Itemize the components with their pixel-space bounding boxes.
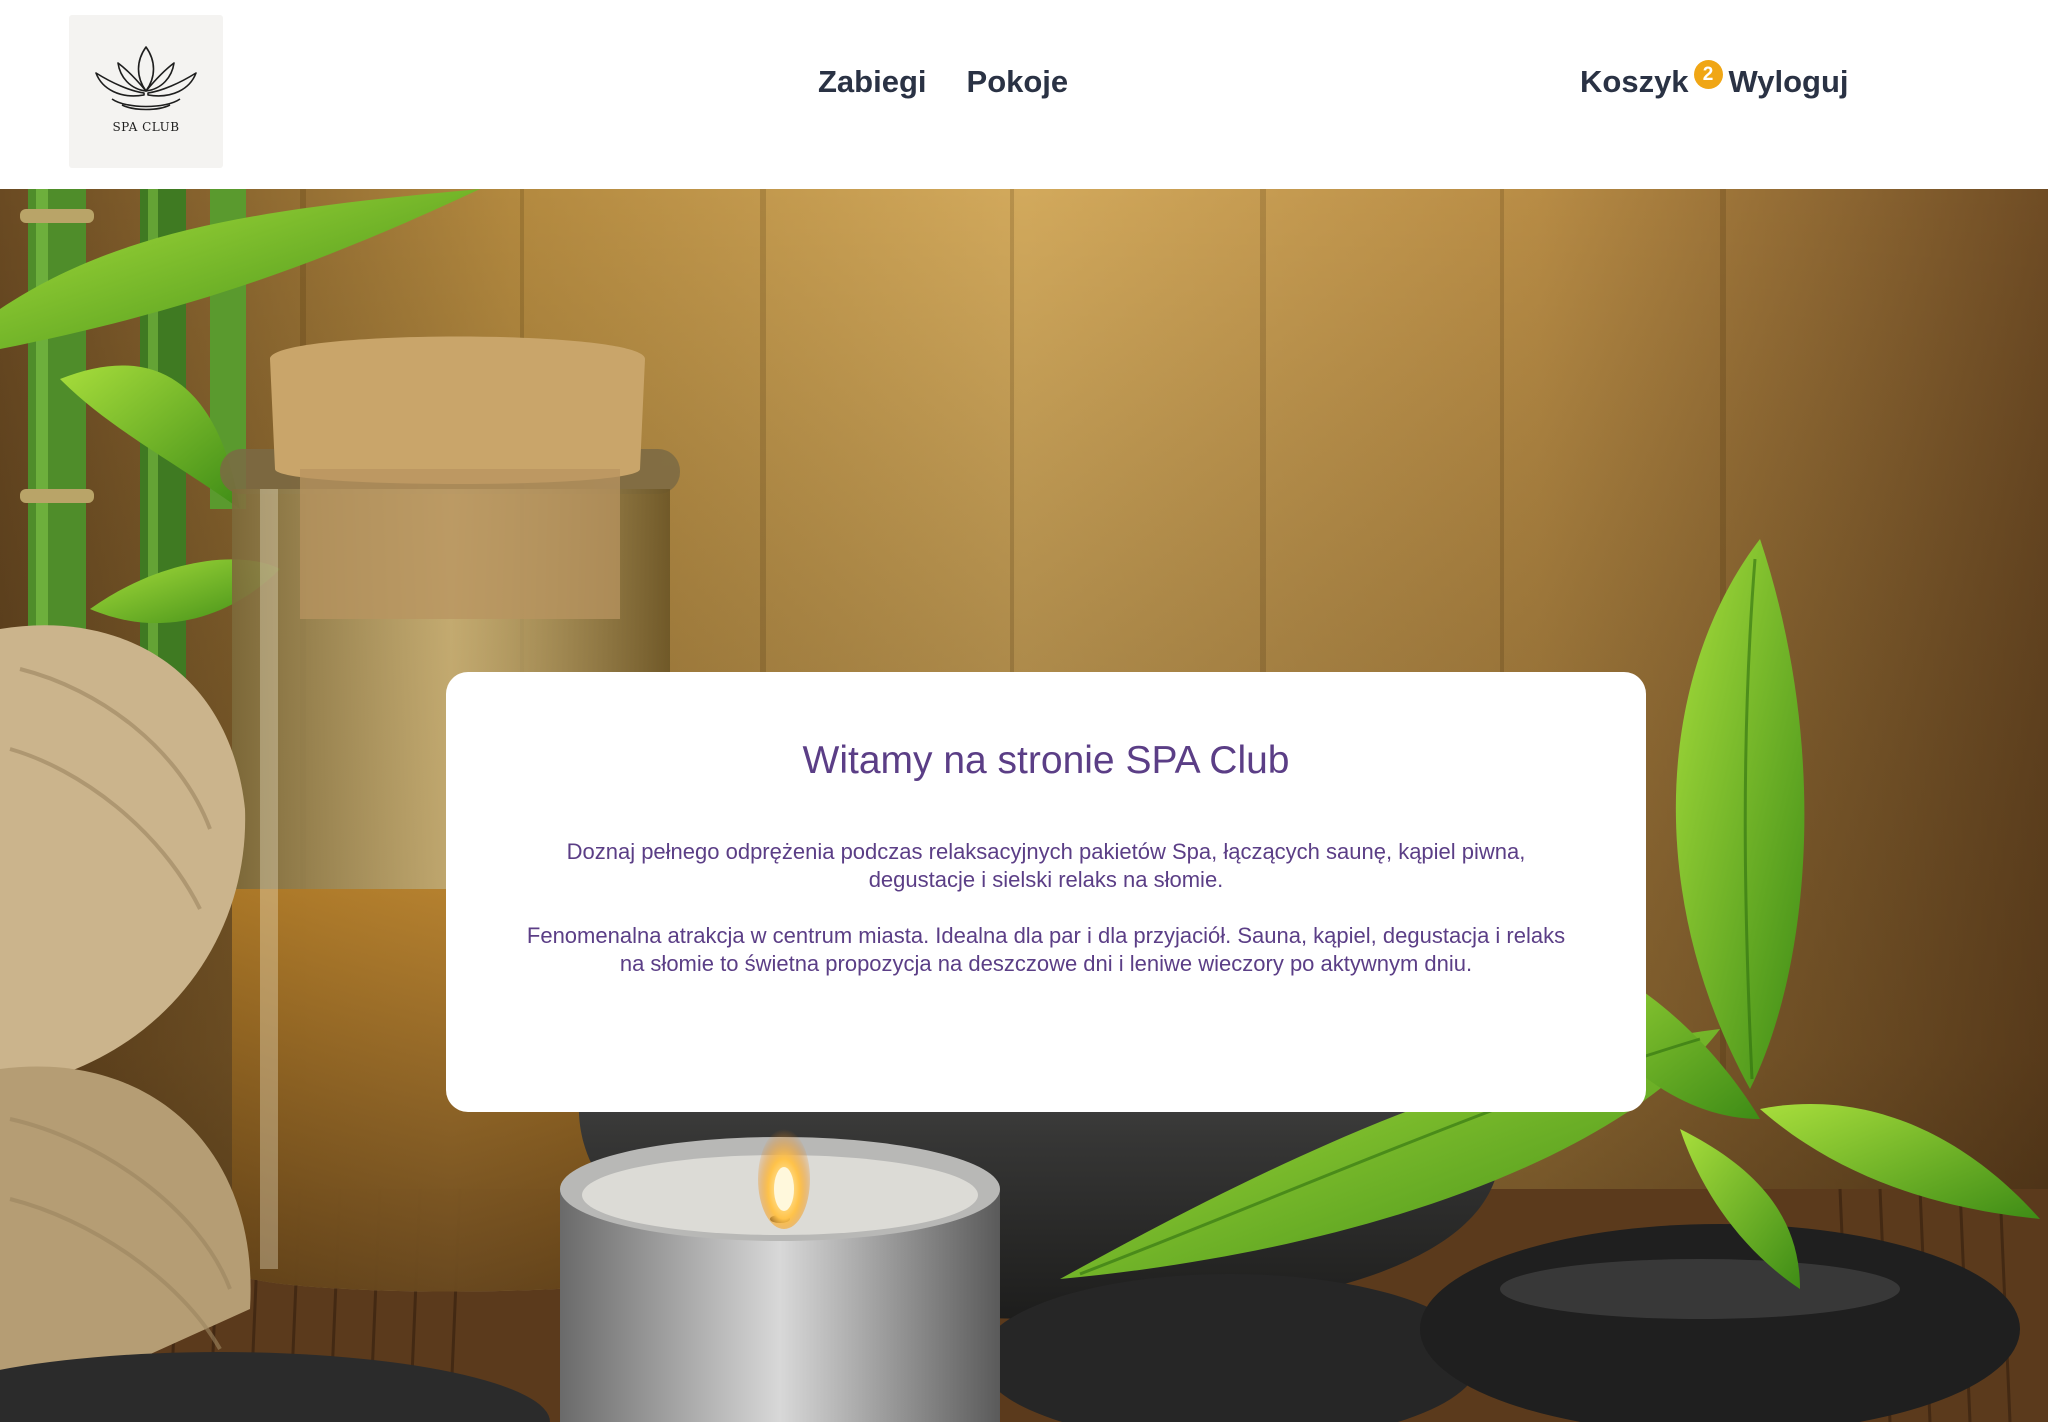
cart-label: Koszyk bbox=[1580, 64, 1689, 99]
cart-link[interactable]: Koszyk 2 bbox=[1580, 58, 1723, 106]
nav-link-zabiegi[interactable]: Zabiegi bbox=[818, 58, 927, 106]
logo[interactable]: SPA CLUB bbox=[69, 15, 223, 168]
welcome-paragraph-1: Doznaj pełnego odprężenia podczas relaks… bbox=[566, 839, 1526, 892]
logo-text: SPA CLUB bbox=[112, 120, 180, 134]
lotus-icon bbox=[95, 46, 197, 111]
nav-link-pokoje[interactable]: Pokoje bbox=[967, 58, 1069, 106]
welcome-paragraph-2: Fenomenalna atrakcja w centrum miasta. I… bbox=[526, 923, 1566, 976]
cart-count-badge: 2 bbox=[1693, 60, 1723, 89]
welcome-card: Witamy na stronie SPA Club Doznaj pełneg… bbox=[446, 672, 1646, 1112]
user-nav: Koszyk 2 Wyloguj bbox=[1580, 58, 1849, 106]
main-nav: Zabiegi Pokoje bbox=[818, 58, 1068, 106]
welcome-title: Witamy na stronie SPA Club bbox=[802, 739, 1290, 782]
logout-link[interactable]: Wyloguj bbox=[1729, 58, 1849, 106]
site-header: SPA CLUB Zabiegi Pokoje Koszyk 2 Wyloguj bbox=[0, 0, 2048, 189]
hero-banner: Witamy na stronie SPA Club Doznaj pełneg… bbox=[0, 189, 2048, 1422]
